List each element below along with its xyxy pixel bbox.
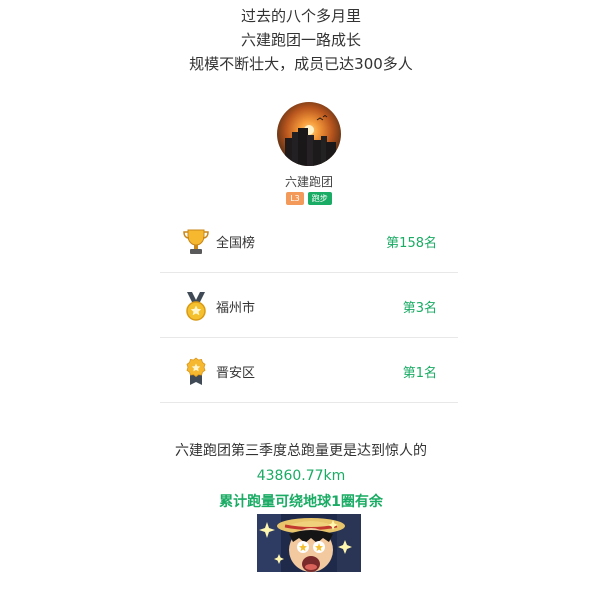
club-name: 六建跑团 — [284, 175, 333, 189]
intro-line-1: 过去的八个多月里 — [240, 7, 361, 25]
ranking-value: 第158名 — [386, 236, 437, 251]
summary-distance: 43860.77km — [256, 468, 346, 484]
ranking-label: 全国榜 — [216, 236, 256, 251]
intro-line-3: 规模不断壮大，成员已达300多人 — [189, 55, 413, 73]
type-badge: 跑步 — [307, 192, 332, 205]
sunset-city-avatar-icon — [277, 102, 341, 166]
ranking-row-district[interactable]: 晋安区 第1名 — [160, 338, 458, 403]
ranking-label: 晋安区 — [216, 366, 256, 381]
summary-line-1: 六建跑团第三季度总跑量更是达到惊人的 — [175, 443, 427, 459]
club-badges: L3 跑步 — [160, 192, 458, 205]
club-avatar[interactable] — [277, 102, 341, 166]
intro-text: 过去的八个多月里 六建跑团一路成长 规模不断壮大，成员已达300多人 — [0, 4, 602, 76]
gold-medal-icon — [182, 291, 210, 321]
ranking-value: 第1名 — [402, 366, 437, 381]
ranking-row-national[interactable]: 全国榜 第158名 — [160, 208, 458, 273]
ranking-value: 第3名 — [402, 301, 437, 316]
intro-line-2: 六建跑团一路成长 — [240, 31, 361, 49]
ranking-row-city[interactable]: 福州市 第3名 — [160, 273, 458, 338]
ranking-label: 福州市 — [216, 301, 256, 316]
ribbon-medal-icon — [182, 356, 210, 386]
anime-amazed-sticker — [257, 514, 361, 572]
summary-line-3: 累计跑量可绕地球1圈有余 — [219, 494, 383, 510]
level-badge: L3 — [286, 192, 304, 205]
trophy-icon — [182, 226, 210, 256]
club-card: 六建跑团 L3 跑步 全国榜 第158名 福州市 第3名 晋安区 第1名 — [160, 92, 458, 432]
